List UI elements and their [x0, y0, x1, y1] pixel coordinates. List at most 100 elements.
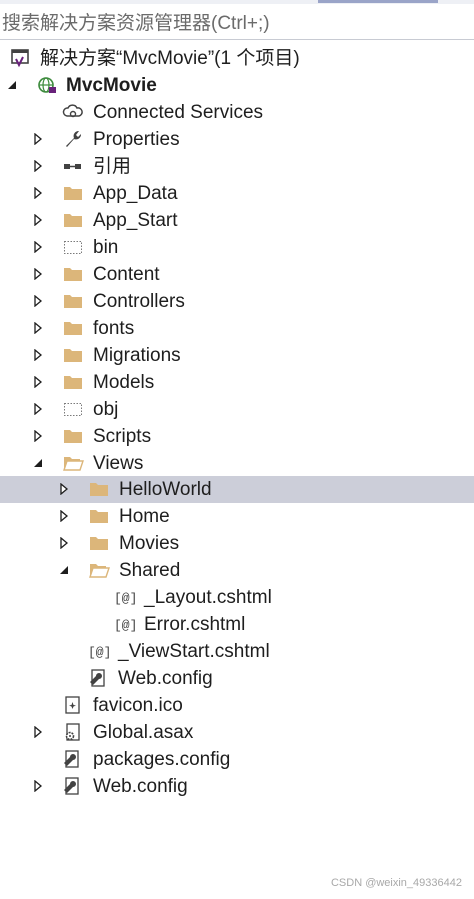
tree-item-project[interactable]: MvcMovie [0, 72, 474, 99]
tree-item-obj[interactable]: obj [0, 396, 474, 423]
hidden-folder-icon [62, 399, 84, 419]
collapsed-arrow-icon[interactable] [32, 725, 44, 739]
tree-label: App_Start [93, 210, 178, 231]
tree-label: Properties [93, 129, 180, 150]
folder-icon [62, 372, 84, 392]
tree-item-packages[interactable]: packages.config [0, 746, 474, 773]
web-project-icon [36, 75, 58, 95]
collapsed-arrow-icon[interactable] [58, 482, 70, 496]
search-placeholder: 搜索解决方案资源管理器(Ctrl+;) [2, 13, 270, 34]
tree-item-favicon[interactable]: favicon.ico [0, 692, 474, 719]
tree-item-fonts[interactable]: fonts [0, 315, 474, 342]
config-file-icon [62, 749, 84, 769]
folder-icon [62, 264, 84, 284]
tree-item-webconfig[interactable]: Web.config [0, 773, 474, 800]
svg-text:[@]: [@] [114, 618, 136, 633]
tree-item-home[interactable]: Home [0, 503, 474, 530]
tree-label: fonts [93, 318, 135, 339]
tree-item-global[interactable]: Global.asax [0, 719, 474, 746]
tree-label: Shared [119, 560, 181, 581]
tree-item-properties[interactable]: Properties [0, 126, 474, 153]
tree-label: Web.config [118, 668, 213, 689]
folder-icon [62, 318, 84, 338]
tree-label: Connected Services [93, 102, 264, 123]
collapsed-arrow-icon[interactable] [32, 375, 44, 389]
tree-item-views-webconfig[interactable]: Web.config [0, 665, 474, 692]
tree-item-shared[interactable]: Shared [0, 557, 474, 584]
tree-item-app-data[interactable]: App_Data [0, 180, 474, 207]
razor-file-icon: [@] [114, 614, 136, 634]
open-folder-icon [62, 453, 84, 473]
tree-label: bin [93, 237, 119, 258]
folder-icon [62, 210, 84, 230]
collapsed-arrow-icon[interactable] [32, 348, 44, 362]
tree-label: favicon.ico [93, 695, 183, 716]
collapsed-arrow-icon[interactable] [32, 321, 44, 335]
collapsed-arrow-icon[interactable] [32, 240, 44, 254]
collapsed-arrow-icon[interactable] [32, 294, 44, 308]
tree-item-movies[interactable]: Movies [0, 530, 474, 557]
svg-text:[@]: [@] [88, 645, 110, 660]
tree-label: Web.config [93, 776, 188, 797]
collapsed-arrow-icon[interactable] [32, 267, 44, 281]
collapsed-arrow-icon[interactable] [32, 429, 44, 443]
hidden-folder-icon [62, 237, 84, 257]
expanded-arrow-icon[interactable] [58, 563, 70, 577]
config-file-icon [88, 668, 110, 688]
folder-icon [62, 183, 84, 203]
tree-item-scripts[interactable]: Scripts [0, 423, 474, 450]
collapsed-arrow-icon[interactable] [32, 186, 44, 200]
tree-item-references[interactable]: 引用 [0, 153, 474, 180]
expanded-arrow-icon[interactable] [6, 78, 18, 92]
tree-label: HelloWorld [119, 479, 212, 500]
tree-label: _Layout.cshtml [144, 587, 272, 608]
tree-item-solution[interactable]: 解决方案“MvcMovie”(1 个项目) [0, 45, 474, 72]
config-file-icon [62, 776, 84, 796]
tree-label: Scripts [93, 426, 152, 447]
tree-item-helloworld[interactable]: HelloWorld [0, 476, 474, 503]
folder-icon [88, 506, 110, 526]
tree-label: Home [119, 506, 170, 527]
icon-file-icon [62, 695, 84, 715]
tab-accent [318, 0, 438, 3]
tree-item-content[interactable]: Content [0, 261, 474, 288]
tree-label: Models [93, 372, 155, 393]
tree-item-controllers[interactable]: Controllers [0, 288, 474, 315]
tree-label: 解决方案“MvcMovie”(1 个项目) [40, 48, 300, 69]
tree-item-views[interactable]: Views [0, 450, 474, 477]
solution-icon [10, 48, 32, 68]
tree-item-layout[interactable]: [@] _Layout.cshtml [0, 584, 474, 611]
tree-label: Views [93, 453, 144, 474]
collapsed-arrow-icon[interactable] [58, 509, 70, 523]
expanded-arrow-icon[interactable] [32, 456, 44, 470]
tree-label: obj [93, 399, 119, 420]
tree-label: MvcMovie [66, 75, 157, 96]
svg-text:[@]: [@] [114, 591, 136, 606]
search-box[interactable]: 搜索解决方案资源管理器(Ctrl+;) [0, 4, 474, 40]
collapsed-arrow-icon[interactable] [58, 536, 70, 550]
tree-item-error[interactable]: [@] Error.cshtml [0, 611, 474, 638]
tree-label: Error.cshtml [144, 614, 246, 635]
references-icon [62, 156, 84, 176]
razor-file-icon: [@] [114, 587, 136, 607]
collapsed-arrow-icon[interactable] [32, 779, 44, 793]
collapsed-arrow-icon[interactable] [32, 402, 44, 416]
folder-icon [88, 479, 110, 499]
watermark: CSDN @weixin_49336442 [330, 877, 462, 889]
folder-icon [62, 291, 84, 311]
wrench-icon [62, 129, 84, 149]
tree-item-bin[interactable]: bin [0, 234, 474, 261]
tree-label: Content [93, 264, 160, 285]
collapsed-arrow-icon[interactable] [32, 159, 44, 173]
tree-item-models[interactable]: Models [0, 369, 474, 396]
folder-icon [62, 426, 84, 446]
razor-file-icon: [@] [88, 641, 110, 661]
tree-item-connected-services[interactable]: Connected Services [0, 99, 474, 126]
open-folder-icon [88, 560, 110, 580]
tree-item-migrations[interactable]: Migrations [0, 342, 474, 369]
collapsed-arrow-icon[interactable] [32, 213, 44, 227]
tree-item-viewstart[interactable]: [@] _ViewStart.cshtml [0, 638, 474, 665]
tree-item-app-start[interactable]: App_Start [0, 207, 474, 234]
connected-services-icon [62, 102, 84, 122]
collapsed-arrow-icon[interactable] [32, 132, 44, 146]
